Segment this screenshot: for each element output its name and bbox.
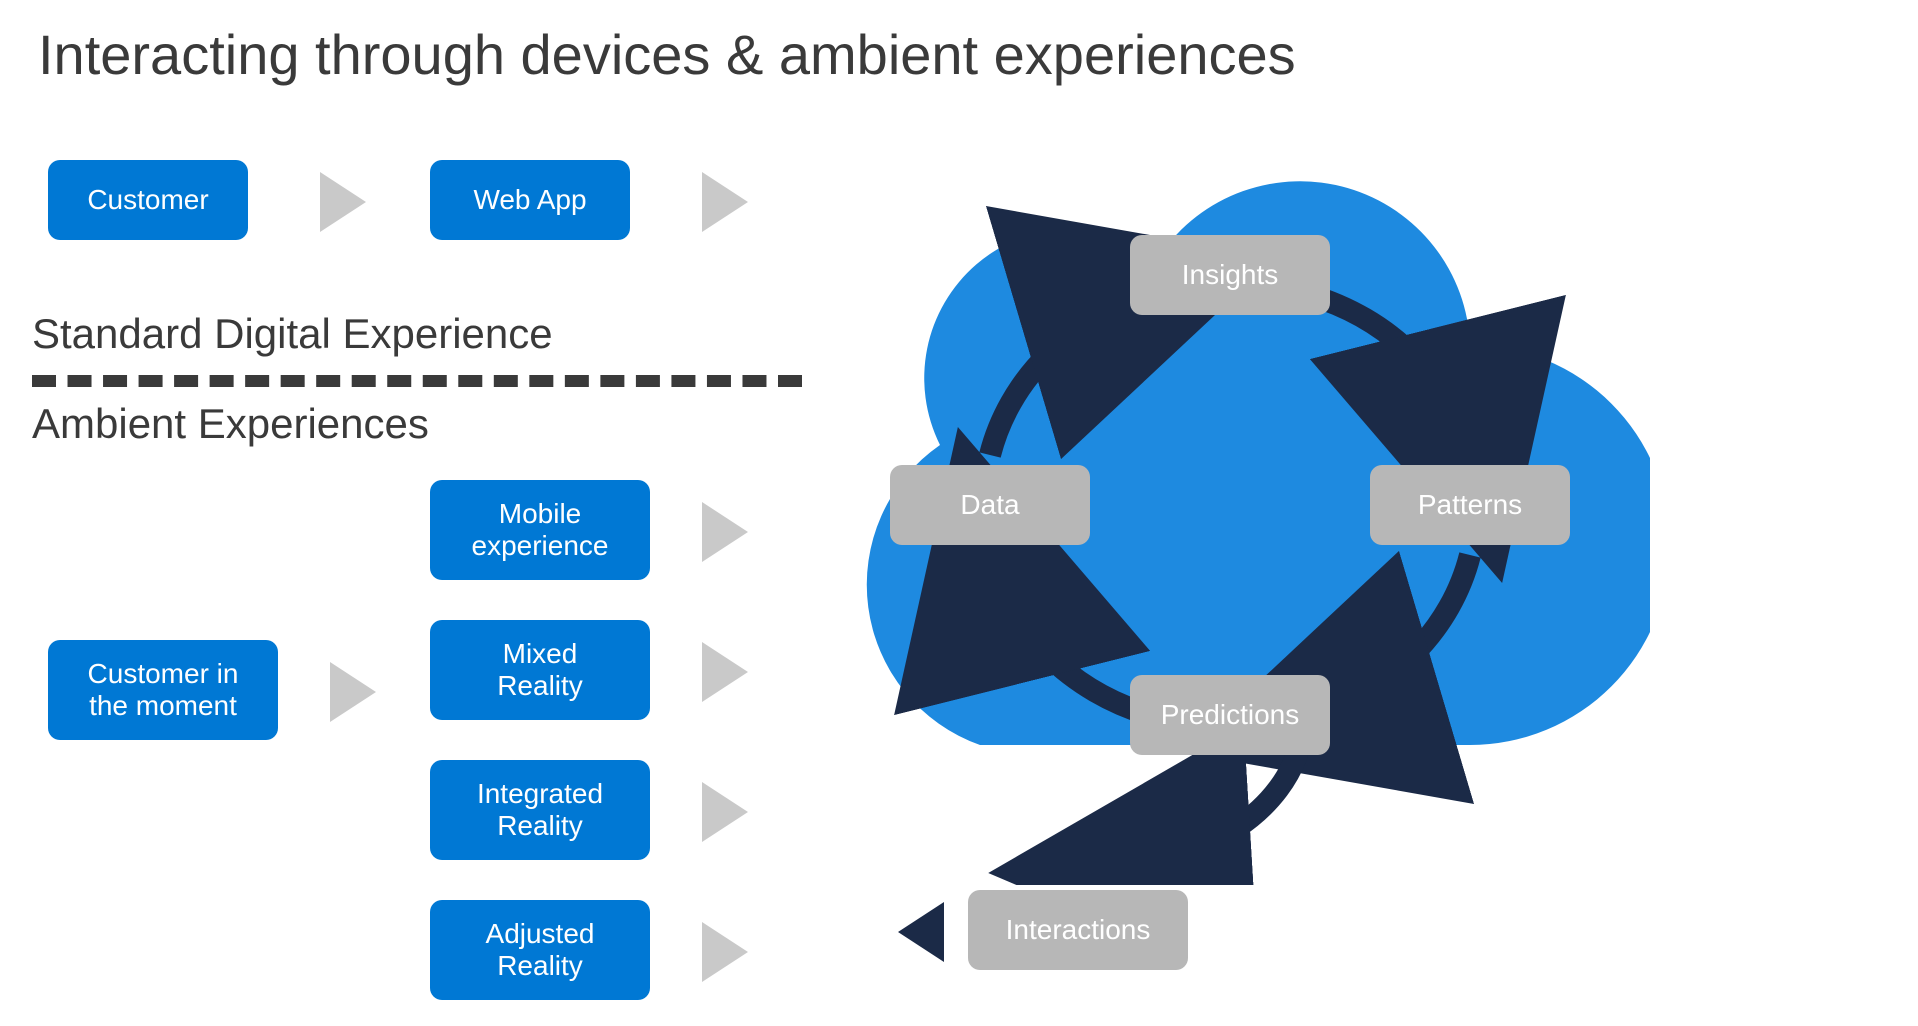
cloud-node-patterns: Patterns bbox=[1370, 465, 1570, 545]
box-integrated-reality: Integrated Reality bbox=[430, 760, 650, 860]
box-adjusted-reality: Adjusted Reality bbox=[430, 900, 650, 1000]
box-customer: Customer bbox=[48, 160, 248, 240]
arrow-icon bbox=[702, 922, 748, 982]
cloud-node-insights: Insights bbox=[1130, 235, 1330, 315]
section-ambient: Ambient Experiences bbox=[32, 400, 429, 448]
section-standard: Standard Digital Experience bbox=[32, 310, 553, 358]
cloud-node-predictions: Predictions bbox=[1130, 675, 1330, 755]
arrow-left-icon bbox=[898, 902, 944, 962]
cloud-node-data: Data bbox=[890, 465, 1090, 545]
arrow-icon bbox=[702, 172, 748, 232]
slide-title: Interacting through devices & ambient ex… bbox=[38, 22, 1296, 87]
arrow-icon bbox=[320, 172, 366, 232]
box-customer-moment: Customer in the moment bbox=[48, 640, 278, 740]
arrow-icon bbox=[702, 502, 748, 562]
box-interactions: Interactions bbox=[968, 890, 1188, 970]
box-mobile-experience: Mobile experience bbox=[430, 480, 650, 580]
box-mixed-reality: Mixed Reality bbox=[430, 620, 650, 720]
divider bbox=[32, 375, 802, 387]
arrow-icon bbox=[702, 782, 748, 842]
box-webapp: Web App bbox=[430, 160, 630, 240]
arrow-icon bbox=[702, 642, 748, 702]
arrow-icon bbox=[330, 662, 376, 722]
cloud-cycle: Insights Patterns Predictions Data bbox=[830, 125, 1610, 845]
